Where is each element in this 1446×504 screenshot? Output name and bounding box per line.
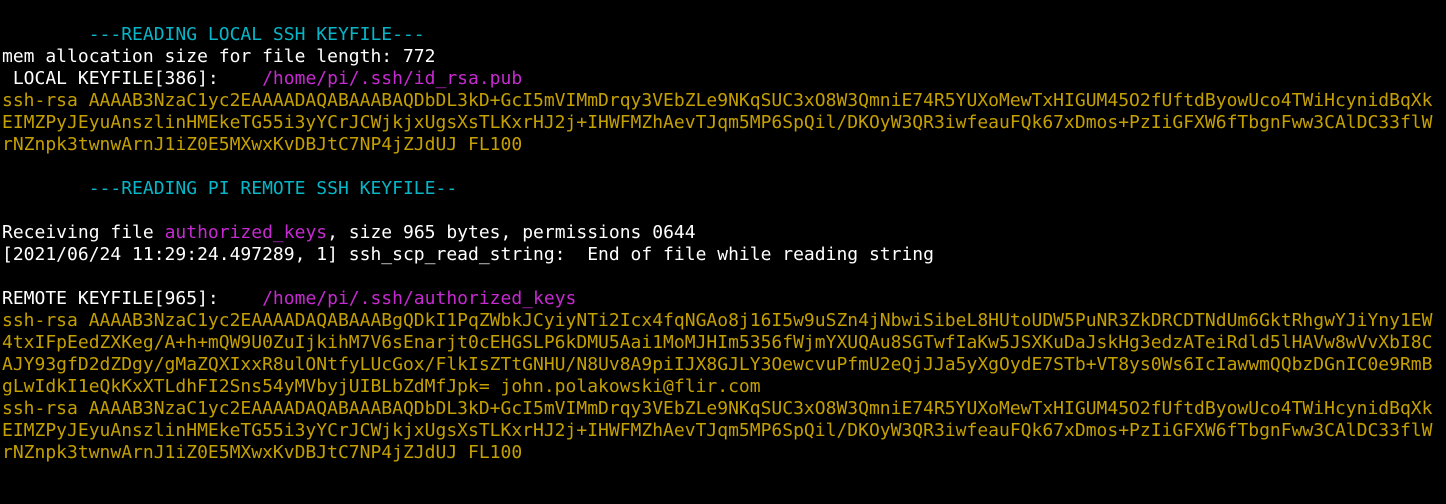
terminal-line: gLwIdkI1eQkKxXTLdhFI2Sns54yMVbyjUIBLbZdM… xyxy=(2,376,1446,398)
terminal-line: ---READING LOCAL SSH KEYFILE--- xyxy=(2,24,1446,46)
terminal-text-segment: gLwIdkI1eQkKxXTLdhFI2Sns54yMVbyjUIBLbZdM… xyxy=(2,376,761,397)
terminal-text-segment: /home/pi/.ssh/authorized_keys xyxy=(262,288,577,309)
terminal-text-segment: EIMZPyJEyuAnszlinHMEkeTG55i3yYCrJCWjkjxU… xyxy=(2,112,1433,133)
terminal-text-segment: AJY93gfD2dZDgy/gMaZQXIxxR8ulONtfyLUcGox/… xyxy=(2,354,1433,375)
terminal-line: ssh-rsa AAAAB3NzaC1yc2EAAAADAQABAAABAQDb… xyxy=(2,90,1446,112)
terminal-text-segment: rNZnpk3twnwArnJ1iZ0E5MXwxKvDBJtC7NP4jZJd… xyxy=(2,442,523,463)
terminal-text-segment: ---READING LOCAL SSH KEYFILE--- xyxy=(2,24,425,45)
terminal-text-segment: , size 965 bytes, permissions 0644 xyxy=(327,222,696,243)
terminal-line: 4txIFpEedZXKeg/A+h+mQW9U0ZuIjkihM7V6sEna… xyxy=(2,332,1446,354)
terminal-line: mem allocation size for file length: 772 xyxy=(2,46,1446,68)
terminal-line: EIMZPyJEyuAnszlinHMEkeTG55i3yYCrJCWjkjxU… xyxy=(2,112,1446,134)
terminal-line: [2021/06/24 11:29:24.497289, 1] ssh_scp_… xyxy=(2,244,1446,266)
terminal-text-segment: REMOTE KEYFILE[965]: xyxy=(2,288,263,309)
terminal-text-segment: Receiving file xyxy=(2,222,165,243)
terminal-line: REMOTE KEYFILE[965]: /home/pi/.ssh/autho… xyxy=(2,288,1446,310)
terminal-text-segment: mem allocation size for file length: 772 xyxy=(2,46,436,67)
terminal-line: ssh-rsa AAAAB3NzaC1yc2EAAAADAQABAAABAQDb… xyxy=(2,398,1446,420)
terminal-text-segment: [2021/06/24 11:29:24.497289, 1] ssh_scp_… xyxy=(2,244,934,265)
terminal-text-segment: 4txIFpEedZXKeg/A+h+mQW9U0ZuIjkihM7V6sEna… xyxy=(2,332,1433,353)
terminal-output[interactable]: ---READING LOCAL SSH KEYFILE--- mem alloc… xyxy=(2,24,1446,464)
terminal-text-segment: ---READING PI REMOTE SSH KEYFILE-- xyxy=(2,178,458,199)
terminal-text-segment: authorized_keys xyxy=(164,222,328,243)
terminal-line: EIMZPyJEyuAnszlinHMEkeTG55i3yYCrJCWjkjxU… xyxy=(2,420,1446,442)
terminal-line: Receiving file authorized_keys, size 965… xyxy=(2,222,1446,244)
terminal-text-segment: EIMZPyJEyuAnszlinHMEkeTG55i3yYCrJCWjkjxU… xyxy=(2,420,1433,441)
terminal-text-segment: LOCAL KEYFILE[386]: xyxy=(2,68,263,89)
terminal-line: ---READING PI REMOTE SSH KEYFILE-- xyxy=(2,178,1446,200)
terminal-line: rNZnpk3twnwArnJ1iZ0E5MXwxKvDBJtC7NP4jZJd… xyxy=(2,442,1446,464)
terminal-text-segment: ssh-rsa AAAAB3NzaC1yc2EAAAADAQABAAABAQDb… xyxy=(2,398,1433,419)
terminal-text-segment: ssh-rsa AAAAB3NzaC1yc2EAAAADAQABAAABAQDb… xyxy=(2,90,1433,111)
terminal-text-segment: /home/pi/.ssh/id_rsa.pub xyxy=(262,68,523,89)
terminal-line: AJY93gfD2dZDgy/gMaZQXIxxR8ulONtfyLUcGox/… xyxy=(2,354,1446,376)
terminal-line: ssh-rsa AAAAB3NzaC1yc2EAAAADAQABAAABgQDk… xyxy=(2,310,1446,332)
terminal-line: LOCAL KEYFILE[386]: /home/pi/.ssh/id_rsa… xyxy=(2,68,1446,90)
terminal-text-segment: ssh-rsa AAAAB3NzaC1yc2EAAAADAQABAAABgQDk… xyxy=(2,310,1433,331)
terminal-line: rNZnpk3twnwArnJ1iZ0E5MXwxKvDBJtC7NP4jZJd… xyxy=(2,134,1446,156)
terminal-text-segment: rNZnpk3twnwArnJ1iZ0E5MXwxKvDBJtC7NP4jZJd… xyxy=(2,134,523,155)
